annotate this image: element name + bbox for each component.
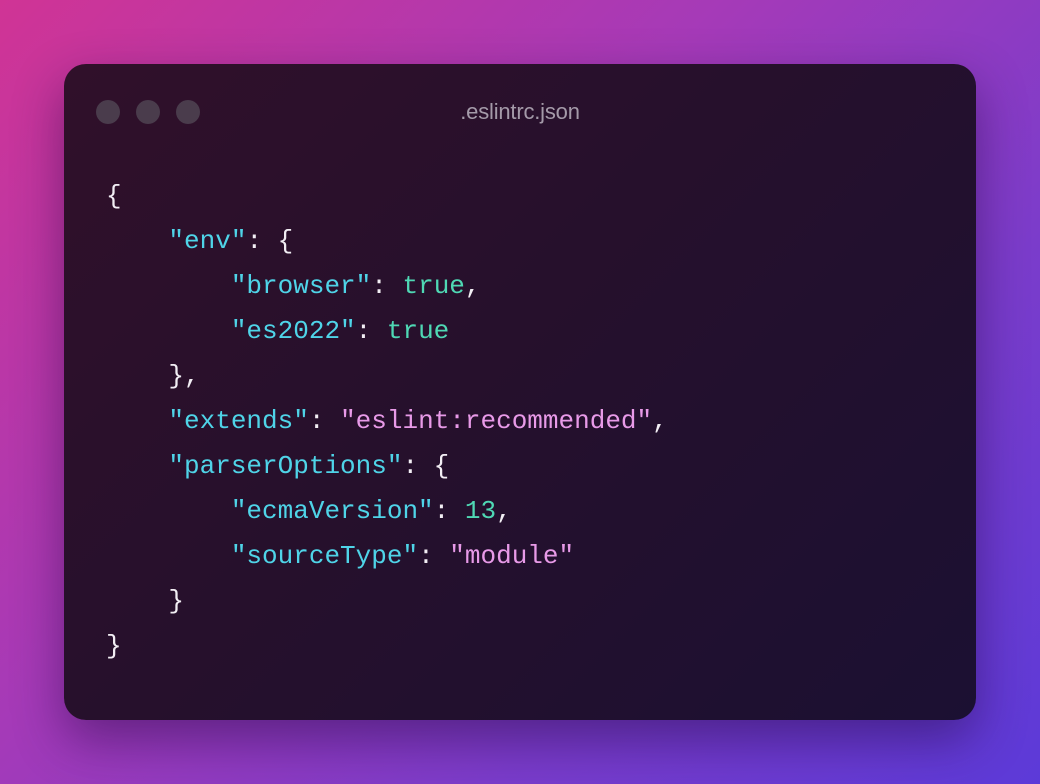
window-title: .eslintrc.json (460, 99, 580, 124)
code-line-9: "sourceType": "module" (230, 541, 575, 571)
browser-value: true (402, 271, 465, 301)
ecma-version-key: "ecmaVersion" (230, 496, 434, 526)
env-key: "env" (168, 226, 247, 256)
es2022-key: "es2022" (230, 316, 356, 346)
code-line-6: "extends": "eslint:recommended", (168, 406, 668, 436)
code-line-5: }, (168, 361, 200, 391)
browser-key: "browser" (230, 271, 372, 301)
code-line-10: } (168, 586, 185, 616)
ecma-version-value: 13 (464, 496, 497, 526)
code-line-7: "parserOptions": { (168, 451, 450, 481)
code-line-2: "env": { (168, 226, 294, 256)
parser-options-key: "parserOptions" (168, 451, 403, 481)
code-line-1: { (106, 174, 668, 219)
window-titlebar: .eslintrc.json (64, 64, 976, 160)
es2022-value: true (386, 316, 450, 346)
source-type-key: "sourceType" (230, 541, 419, 571)
extends-value: "eslint:recommended" (340, 406, 653, 436)
code-block: { "env": { "browser": true, "es2022": tr… (106, 174, 668, 669)
code-line-3: "browser": true, (230, 271, 481, 301)
open-brace: { (106, 181, 122, 211)
code-line-8: "ecmaVersion": 13, (230, 496, 512, 526)
close-brace: } (106, 631, 122, 661)
extends-key: "extends" (168, 406, 309, 436)
source-type-value: "module" (449, 541, 575, 571)
code-line-11: } (106, 624, 668, 669)
code-line-4: "es2022": true (230, 316, 450, 346)
code-window: .eslintrc.json { "env": { "browser": tru… (64, 64, 976, 720)
